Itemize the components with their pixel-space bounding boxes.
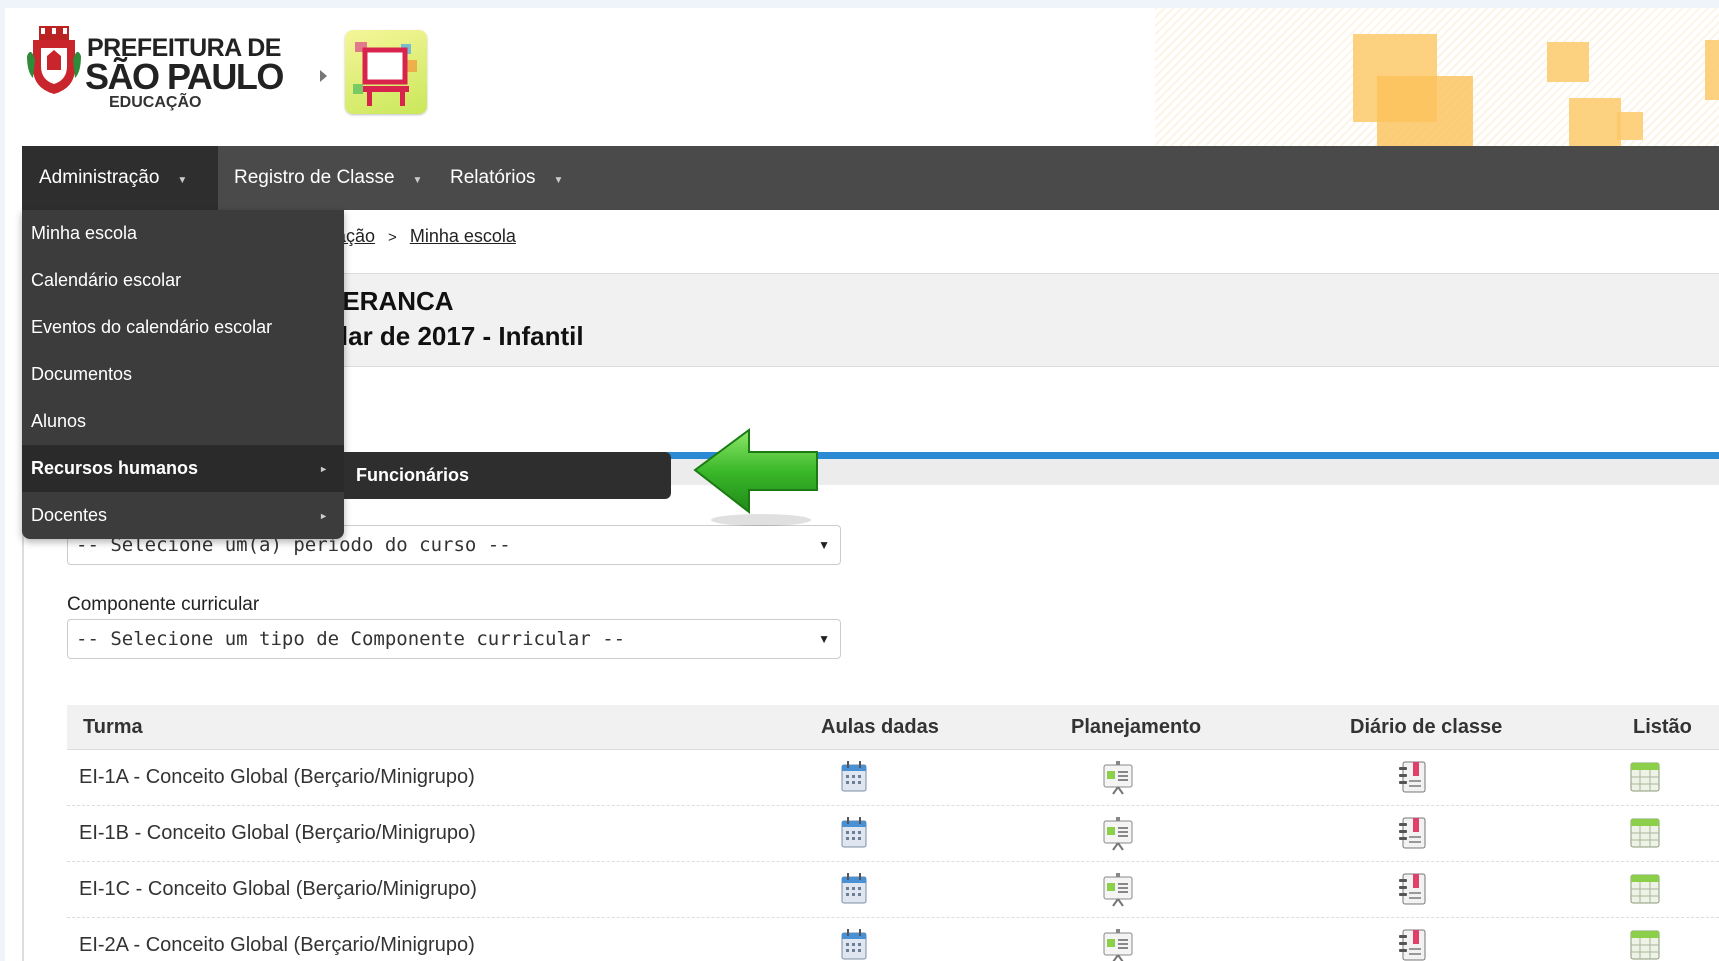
- administracao-dropdown-menu: Minha escola Calendário escolar Eventos …: [22, 210, 344, 539]
- component-label: Componente curricular: [67, 594, 260, 615]
- school-name: PERANCA: [325, 286, 454, 316]
- menu-item-label: Docentes: [31, 505, 108, 525]
- table-row: EI-1A - Conceito Global (Berçario/Minigr…: [67, 749, 1719, 806]
- chevron-down-icon: ▼: [818, 632, 830, 646]
- spreadsheet-icon[interactable]: [1628, 815, 1662, 851]
- chevron-down-icon: ▼: [412, 174, 423, 186]
- chevron-down-icon: ▼: [553, 174, 564, 186]
- calendar-icon[interactable]: [837, 927, 871, 961]
- menu-item-documentos[interactable]: Documentos: [22, 351, 344, 398]
- presentation-board-icon[interactable]: [1101, 815, 1135, 851]
- spreadsheet-icon[interactable]: [1628, 759, 1662, 795]
- notebook-icon[interactable]: [1395, 871, 1429, 907]
- nav-registro-de-classe[interactable]: Registro de Classe ▼: [218, 146, 432, 210]
- submenu-item-funcionarios[interactable]: Funcionários: [344, 452, 671, 499]
- calendar-icon[interactable]: [837, 759, 871, 795]
- component-select-value: -- Selecione um tipo de Componente curri…: [76, 628, 626, 650]
- menu-item-label: Eventos do calendário escolar: [31, 317, 273, 337]
- turma-name: EI-1A - Conceito Global (Berçario/Minigr…: [79, 766, 475, 788]
- table-header: Turma Aulas dadas Planejamento Diário de…: [67, 705, 1719, 750]
- green-arrow-left-icon: [693, 428, 818, 526]
- logo-line-3: EDUCAÇÃO: [109, 94, 202, 111]
- column-header-listao: Listão: [1633, 716, 1692, 738]
- notebook-icon[interactable]: [1395, 815, 1429, 851]
- notebook-icon[interactable]: [1395, 927, 1429, 961]
- spreadsheet-icon[interactable]: [1628, 927, 1662, 961]
- menu-item-label: Minha escola: [31, 223, 138, 243]
- decor-square: [1377, 76, 1473, 146]
- decor-square: [1569, 98, 1621, 146]
- table-row: EI-1C - Conceito Global (Berçario/Minigr…: [67, 861, 1719, 918]
- breadcrumb-link-minha-escola[interactable]: Minha escola: [410, 226, 516, 246]
- table-row: EI-1B - Conceito Global (Berçario/Minigr…: [67, 805, 1719, 862]
- menu-item-docentes[interactable]: Docentes ►: [22, 492, 344, 539]
- sao-paulo-crest-icon: [27, 26, 81, 94]
- menu-item-calendario-escolar[interactable]: Calendário escolar: [22, 257, 344, 304]
- calendar-icon[interactable]: [837, 815, 871, 851]
- notebook-icon[interactable]: [1395, 759, 1429, 795]
- main-navbar: Administração ▼ Registro de Classe ▼ Rel…: [22, 146, 1719, 210]
- nav-relatorios-label: Relatórios: [450, 167, 536, 188]
- logo-line-2: SÃO PAULO: [85, 56, 284, 97]
- decor-square: [1547, 42, 1589, 82]
- menu-item-label: Alunos: [31, 411, 87, 431]
- nav-administracao[interactable]: Administração ▼: [22, 146, 218, 210]
- column-header-turma: Turma: [83, 716, 143, 738]
- decor-square: [1617, 112, 1643, 140]
- column-header-planejamento: Planejamento: [1071, 716, 1202, 738]
- menu-item-label: Calendário escolar: [31, 270, 182, 290]
- table-row: EI-2A - Conceito Global (Berçario/Minigr…: [67, 917, 1719, 961]
- component-select[interactable]: -- Selecione um tipo de Componente curri…: [67, 619, 841, 659]
- menu-item-label: Documentos: [31, 364, 133, 384]
- presentation-board-icon[interactable]: [1101, 927, 1135, 961]
- page: PREFEITURA DE SÃO PAULO EDUCAÇÃO Adminis…: [5, 8, 1719, 961]
- submenu-arrow-icon: ►: [319, 463, 328, 474]
- menu-item-recursos-humanos[interactable]: Recursos humanos ►: [22, 445, 344, 492]
- menu-item-minha-escola[interactable]: Minha escola: [22, 210, 344, 257]
- column-header-diario-de-classe: Diário de classe: [1350, 716, 1503, 738]
- presentation-board-icon[interactable]: [1101, 759, 1135, 795]
- school-year-info: olar de 2017 - Infantil: [325, 321, 584, 351]
- turma-name: EI-1C - Conceito Global (Berçario/Minigr…: [79, 878, 477, 900]
- spreadsheet-icon[interactable]: [1628, 871, 1662, 907]
- menu-item-alunos[interactable]: Alunos: [22, 398, 344, 445]
- submenu-item-label: Funcionários: [356, 465, 470, 485]
- nav-administracao-label: Administração: [39, 167, 160, 188]
- nav-relatorios[interactable]: Relatórios ▼: [432, 146, 592, 210]
- turma-name: EI-1B - Conceito Global (Berçario/Minigr…: [79, 822, 476, 844]
- chevron-right-icon: [320, 70, 327, 82]
- presentation-board-icon[interactable]: [1101, 871, 1135, 907]
- nav-registro-label: Registro de Classe: [234, 167, 395, 188]
- breadcrumb-separator: >: [388, 229, 397, 246]
- decor-square: [1705, 40, 1719, 100]
- calendar-icon[interactable]: [837, 871, 871, 907]
- turma-name: EI-2A - Conceito Global (Berçario/Minigr…: [79, 934, 475, 956]
- menu-item-label: Recursos humanos: [31, 458, 199, 478]
- breadcrumb: tração > Minha escola: [325, 226, 516, 247]
- submenu-arrow-icon: ►: [319, 510, 328, 521]
- chevron-down-icon: ▼: [818, 538, 830, 552]
- header: PREFEITURA DE SÃO PAULO EDUCAÇÃO: [5, 8, 1719, 146]
- chevron-down-icon: ▼: [177, 174, 188, 186]
- app-home-icon[interactable]: [345, 30, 427, 114]
- menu-item-eventos-calendario[interactable]: Eventos do calendário escolar: [22, 304, 344, 351]
- column-header-aulas-dadas: Aulas dadas: [821, 716, 939, 738]
